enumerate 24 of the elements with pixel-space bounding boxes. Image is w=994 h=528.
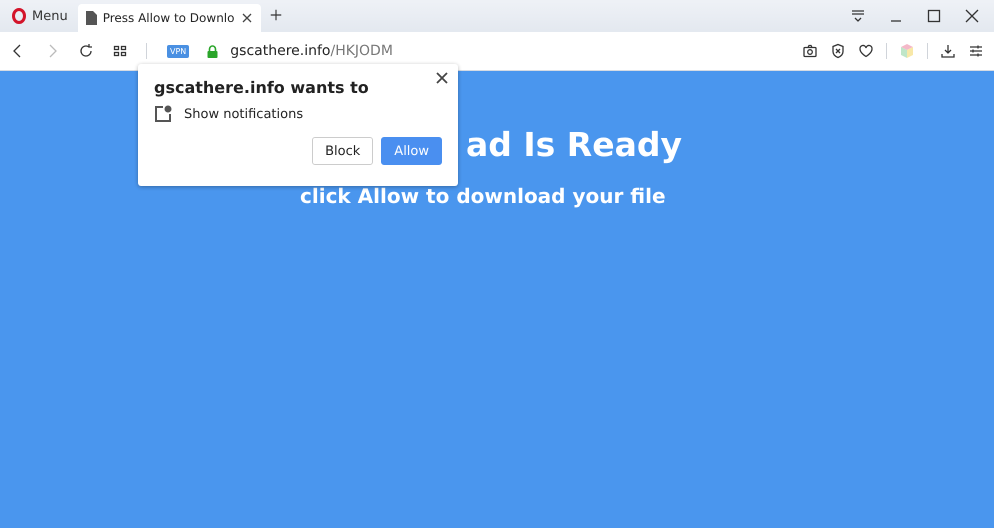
heart-icon[interactable]: [858, 43, 874, 59]
shield-icon[interactable]: [830, 43, 846, 59]
lock-icon: [207, 44, 218, 58]
plus-icon[interactable]: [268, 8, 282, 22]
notification-icon: [154, 105, 172, 123]
headline: ad Is Ready: [466, 124, 682, 166]
reload-icon[interactable]: [78, 43, 94, 59]
address-field[interactable]: gscathere.info/HKJODM: [230, 43, 393, 59]
menu-button[interactable]: Menu: [4, 0, 78, 32]
tab-menu-icon[interactable]: [850, 8, 866, 24]
document-icon: [86, 11, 97, 25]
close-icon[interactable]: [240, 12, 252, 24]
popup-title: gscathere.info wants to: [154, 78, 370, 97]
subheadline: click Allow to download your file: [300, 183, 666, 209]
logo-icon: [12, 8, 26, 24]
maximize-icon[interactable]: [926, 8, 942, 24]
grid-icon[interactable]: [112, 43, 128, 59]
browser-tab[interactable]: Press Allow to Downlo: [78, 4, 260, 32]
block-button[interactable]: Block: [312, 137, 374, 165]
close-icon[interactable]: [964, 8, 980, 24]
permission-label: Show notifications: [184, 106, 304, 122]
settings-icon[interactable]: [968, 43, 984, 59]
download-icon[interactable]: [940, 43, 956, 59]
camera-icon[interactable]: [802, 43, 818, 59]
